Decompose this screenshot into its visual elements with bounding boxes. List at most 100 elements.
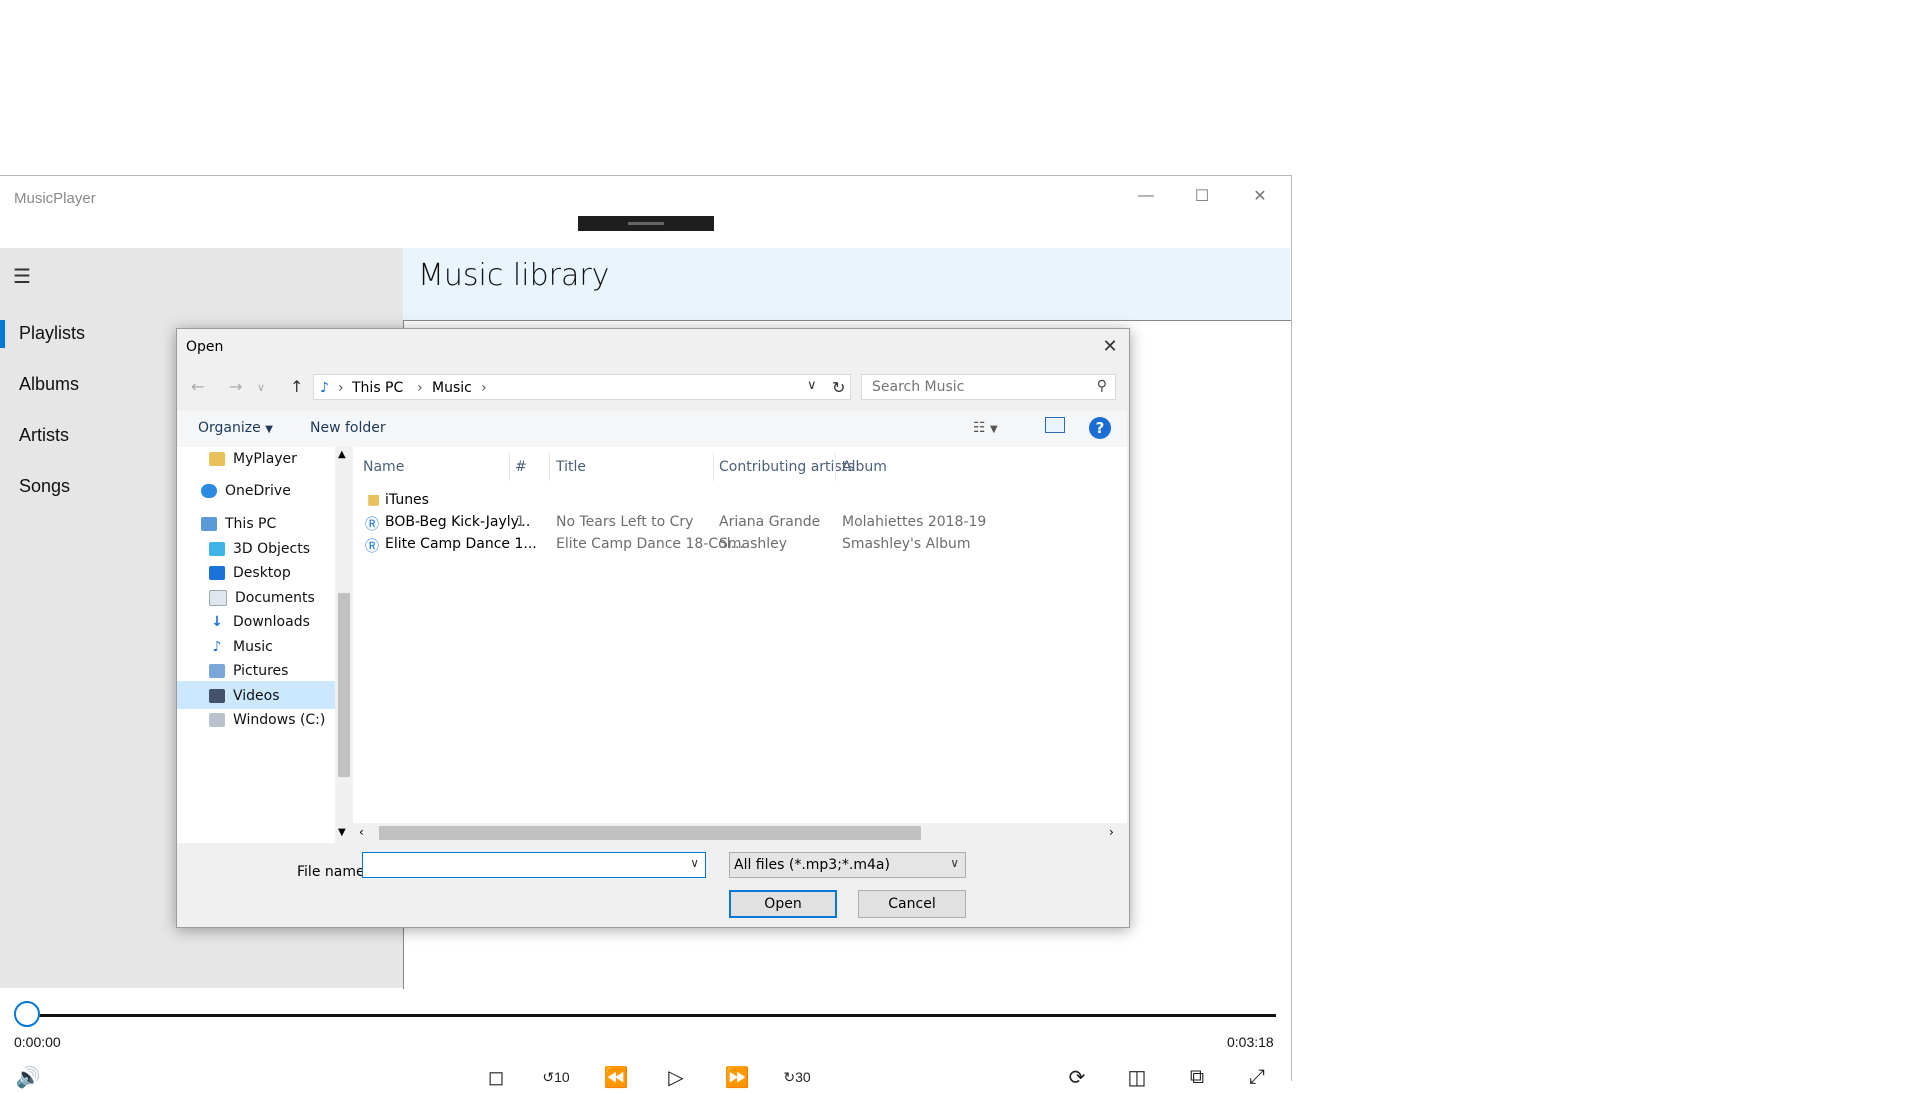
file-name-combobox[interactable]: ∨ bbox=[362, 852, 706, 878]
fullscreen-button[interactable]: ⤢ bbox=[1241, 1061, 1273, 1093]
selected-indicator bbox=[0, 320, 5, 348]
file-name: Elite Camp Dance 1... bbox=[385, 536, 537, 552]
scroll-right-icon[interactable]: › bbox=[1109, 825, 1114, 839]
tree-item-this-pc[interactable]: This PC bbox=[201, 516, 276, 532]
forward-button[interactable]: → bbox=[229, 377, 242, 396]
nav-item-artists[interactable]: Artists bbox=[19, 425, 69, 446]
breadcrumb-this-pc[interactable]: This PC bbox=[352, 380, 403, 396]
up-button[interactable]: ↑ bbox=[290, 377, 303, 396]
cloud-icon bbox=[201, 484, 217, 498]
dialog-toolbar: Organize ▼ New folder ☷ ▼ ? bbox=[177, 411, 1127, 447]
cancel-button[interactable]: Cancel bbox=[858, 890, 966, 918]
help-button[interactable]: ? bbox=[1089, 417, 1111, 439]
tree-label: Music bbox=[233, 639, 273, 655]
file-name-input[interactable] bbox=[367, 856, 671, 874]
skip-forward-30-button[interactable]: ↻30 bbox=[781, 1061, 813, 1093]
tree-label: Desktop bbox=[233, 565, 291, 581]
seek-thumb[interactable] bbox=[14, 1001, 40, 1027]
library-header: Music library bbox=[403, 248, 1290, 320]
tree-scrollbar[interactable]: ▲ ▼ bbox=[335, 447, 353, 843]
chevron-down-icon: ∨ bbox=[950, 856, 959, 870]
file-list-hscrollbar[interactable]: ‹ › bbox=[353, 823, 1127, 843]
play-icon: ▷ bbox=[668, 1066, 684, 1089]
file-row[interactable]: Ⓡ Elite Camp Dance 1... Elite Camp Dance… bbox=[353, 533, 1127, 555]
play-button[interactable]: ▷ bbox=[660, 1061, 692, 1093]
hscroll-thumb[interactable] bbox=[379, 826, 921, 840]
column-header-name[interactable]: Name bbox=[363, 459, 404, 475]
new-folder-button[interactable]: New folder bbox=[310, 420, 386, 436]
file-album: Molahiettes 2018-19 bbox=[842, 514, 987, 530]
column-header-number[interactable]: # bbox=[515, 459, 527, 475]
tree-item-music[interactable]: ♪ Music bbox=[209, 639, 273, 655]
maximize-button[interactable]: ☐ bbox=[1174, 178, 1230, 214]
file-type-select[interactable]: All files (*.mp3;*.m4a) ∨ bbox=[729, 852, 966, 878]
tree-item-downloads[interactable]: ↓ Downloads bbox=[209, 614, 310, 630]
file-track-number: 1 bbox=[516, 514, 525, 530]
hamburger-menu-icon[interactable]: ☰ bbox=[13, 264, 31, 289]
search-icon[interactable]: ⚲ bbox=[1097, 378, 1107, 394]
file-artists: Ariana Grande bbox=[719, 514, 821, 530]
search-box[interactable]: ⚲ bbox=[861, 374, 1116, 400]
cast-button[interactable]: ⧉ bbox=[1181, 1061, 1213, 1093]
volume-button[interactable]: 🔊 bbox=[12, 1061, 44, 1093]
back-button[interactable]: ← bbox=[191, 377, 204, 396]
tree-item-onedrive[interactable]: OneDrive bbox=[201, 483, 291, 499]
file-name-label: File name: bbox=[297, 864, 370, 880]
address-bar[interactable]: ♪ › This PC › Music › ∨ ↻ bbox=[313, 374, 851, 400]
column-divider[interactable] bbox=[835, 453, 836, 481]
tree-item-pictures[interactable]: Pictures bbox=[209, 663, 288, 679]
column-header-album[interactable]: Album bbox=[842, 459, 887, 475]
tree-item-windows-c[interactable]: Windows (C:) bbox=[209, 712, 325, 728]
scroll-left-icon[interactable]: ‹ bbox=[359, 825, 364, 839]
drag-handle[interactable] bbox=[578, 216, 714, 231]
back-arrow-icon: ← bbox=[191, 377, 205, 396]
nav-item-albums[interactable]: Albums bbox=[19, 374, 79, 395]
tree-item-documents[interactable]: Documents bbox=[209, 590, 315, 606]
next-icon: ⏩ bbox=[724, 1066, 750, 1089]
previous-button[interactable]: ⏪ bbox=[600, 1061, 632, 1093]
open-button[interactable]: Open bbox=[729, 890, 837, 918]
column-divider[interactable] bbox=[713, 453, 714, 481]
file-row[interactable]: ■ iTunes bbox=[353, 489, 1127, 511]
next-button[interactable]: ⏩ bbox=[721, 1061, 753, 1093]
maximize-icon: ☐ bbox=[1194, 188, 1210, 205]
file-row[interactable]: Ⓡ BOB-Beg Kick-Jayly... 1 No Tears Left … bbox=[353, 511, 1127, 533]
refresh-icon[interactable]: ↻ bbox=[832, 378, 845, 397]
recent-locations-button[interactable]: ∨ bbox=[257, 381, 265, 394]
skip-back-10-button[interactable]: ↺10 bbox=[540, 1061, 572, 1093]
change-view-button[interactable]: ☷ ▼ bbox=[973, 420, 998, 436]
breadcrumb-music[interactable]: Music bbox=[432, 380, 472, 396]
stop-button[interactable]: ◻ bbox=[480, 1061, 512, 1093]
search-input[interactable] bbox=[870, 378, 1084, 396]
chevron-down-icon[interactable]: ∨ bbox=[690, 856, 699, 870]
scroll-down-icon[interactable]: ▼ bbox=[338, 827, 346, 838]
tree-scroll-thumb[interactable] bbox=[338, 593, 350, 777]
stop-icon: ◻ bbox=[487, 1066, 505, 1089]
app-title: MusicPlayer bbox=[14, 190, 96, 207]
column-divider[interactable] bbox=[509, 453, 510, 481]
tree-item-videos[interactable]: Videos bbox=[209, 688, 280, 704]
dialog-close-button[interactable]: ✕ bbox=[1095, 333, 1125, 359]
scroll-up-icon[interactable]: ▲ bbox=[338, 449, 346, 460]
total-time: 0:03:18 bbox=[1227, 1034, 1274, 1050]
close-button[interactable]: ✕ bbox=[1232, 178, 1288, 214]
column-header-title[interactable]: Title bbox=[556, 459, 586, 475]
repeat-button[interactable]: ⟳ bbox=[1061, 1061, 1093, 1093]
preview-pane-button[interactable] bbox=[1045, 417, 1065, 433]
tree-item-myplayer[interactable]: MyPlayer bbox=[209, 451, 297, 467]
compact-view-button[interactable]: ◫ bbox=[1121, 1061, 1153, 1093]
page-title: Music library bbox=[418, 258, 610, 293]
file-title: Elite Camp Dance 18-Col... bbox=[556, 536, 744, 552]
up-arrow-icon: ↑ bbox=[290, 377, 304, 396]
nav-item-playlists[interactable]: Playlists bbox=[19, 323, 85, 344]
address-history-dropdown[interactable]: ∨ bbox=[807, 378, 817, 393]
nav-item-songs[interactable]: Songs bbox=[19, 476, 70, 497]
details-view-icon: ☷ bbox=[973, 420, 986, 436]
minimize-button[interactable]: — bbox=[1118, 178, 1174, 214]
tree-item-3d-objects[interactable]: 3D Objects bbox=[209, 541, 310, 557]
column-divider[interactable] bbox=[549, 453, 550, 481]
organize-button[interactable]: Organize ▼ bbox=[198, 420, 273, 436]
drive-icon bbox=[209, 713, 225, 727]
tree-item-desktop[interactable]: Desktop bbox=[209, 565, 291, 581]
seek-bar[interactable] bbox=[28, 1014, 1276, 1017]
